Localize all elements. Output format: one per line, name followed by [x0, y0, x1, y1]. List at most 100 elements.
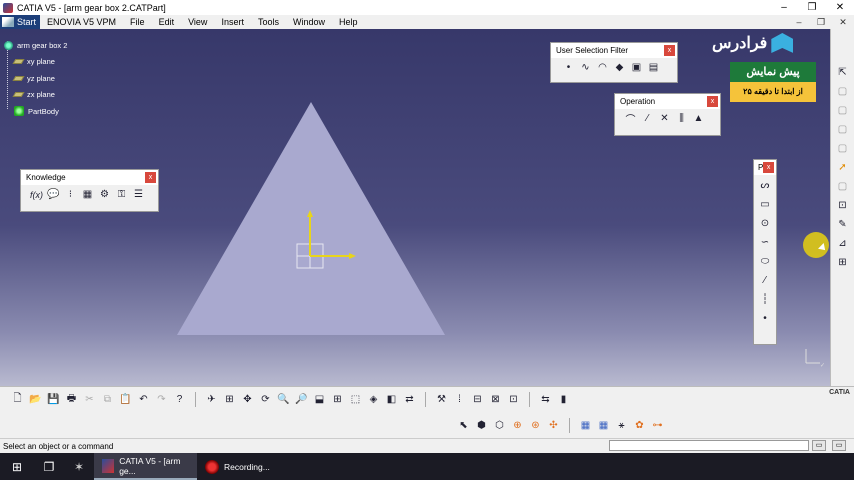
iso-view-icon[interactable]: ⬚	[348, 392, 363, 407]
dimensional-constraints-icon[interactable]: ✿	[632, 418, 647, 433]
swap-space-icon[interactable]: ⇄	[402, 392, 417, 407]
tree-root[interactable]: arm gear box 2	[4, 37, 67, 54]
exit-workbench-icon[interactable]: ⇱	[836, 65, 850, 79]
new-icon[interactable]: 🗋	[10, 392, 25, 407]
constraint-icon[interactable]: ⊡	[836, 198, 850, 212]
visualization-icon[interactable]: ⊠	[488, 392, 503, 407]
knowledge-inspector-icon[interactable]: ⚙	[97, 187, 112, 202]
sketch-solving-icon[interactable]: ⊟	[470, 392, 485, 407]
open-icon[interactable]: 📂	[28, 392, 43, 407]
minimize-button[interactable]: –	[770, 0, 798, 15]
zoom-in-icon[interactable]: 🔍	[276, 392, 291, 407]
mirror-icon[interactable]: ⫼	[674, 111, 689, 126]
taskbar-app-recording[interactable]: Recording...	[197, 453, 278, 480]
curve-filter-icon[interactable]: ∿	[578, 60, 593, 75]
menu-view[interactable]: View	[181, 17, 214, 27]
feature-filter-icon[interactable]: ▣	[629, 60, 644, 75]
profile-icon[interactable]: ᔕ	[758, 178, 773, 193]
menu-enovia[interactable]: ENOVIA V5 VPM	[40, 17, 123, 27]
fit-all-icon[interactable]: ⊞	[222, 392, 237, 407]
cut-part-icon[interactable]: ▢	[836, 103, 850, 117]
shading-icon[interactable]: ◈	[366, 392, 381, 407]
chamfer-icon[interactable]: ⁄	[640, 111, 655, 126]
doc-restore-button[interactable]: ❐	[810, 15, 832, 29]
constraints-list-icon[interactable]: ⁞	[452, 392, 467, 407]
formula-icon[interactable]: f(x)	[29, 187, 44, 202]
sketch-analysis-icon[interactable]: ▢	[836, 84, 850, 98]
select-arrow-icon[interactable]: ➚	[836, 160, 850, 174]
doc-minimize-button[interactable]: –	[788, 15, 810, 29]
command-input[interactable]	[609, 440, 809, 451]
project-3d-icon[interactable]: ▲	[691, 111, 706, 126]
close-button[interactable]: ✕	[826, 0, 854, 15]
snap-to-point-icon[interactable]: ⊛	[528, 418, 543, 433]
ellipse-icon[interactable]: ⬭	[758, 254, 773, 269]
sketch-edition-icon[interactable]: ⊡	[506, 392, 521, 407]
panel-header[interactable]: Knowledge x	[21, 170, 158, 185]
corner-icon[interactable]: ⌒	[623, 111, 638, 126]
pencil-icon[interactable]: ✎	[836, 217, 850, 231]
sketch-triangle[interactable]	[177, 102, 447, 337]
panel-header[interactable]: Operation x	[615, 94, 720, 109]
rotate-icon[interactable]: ⟳	[258, 392, 273, 407]
point-filter-icon[interactable]: •	[561, 60, 576, 75]
menu-help[interactable]: Help	[332, 17, 365, 27]
tree-item-xy-plane[interactable]: xy plane	[4, 54, 67, 71]
undo-icon[interactable]: ↶	[136, 392, 151, 407]
spline-icon[interactable]: ∽	[758, 235, 773, 250]
pinned-app-icon[interactable]: ✶	[64, 453, 94, 480]
auto-constraint-icon[interactable]: ⊶	[650, 418, 665, 433]
construction-element-icon[interactable]: ✣	[546, 418, 561, 433]
grid-icon[interactable]: ▢	[836, 122, 850, 136]
snap-icon[interactable]: ▢	[836, 141, 850, 155]
knowledge-advisor-icon[interactable]: ⚿	[114, 187, 129, 202]
doc-close-button[interactable]: ✕	[832, 15, 854, 29]
parameters-icon[interactable]: ☰	[131, 187, 146, 202]
grid-snap-icon[interactable]: ▦	[596, 418, 611, 433]
start-menu[interactable]: Start	[0, 15, 41, 29]
paste-icon[interactable]: 📋	[118, 392, 133, 407]
cube-view-icon[interactable]: ⬢	[474, 418, 489, 433]
normal-view-icon[interactable]: ⬓	[312, 392, 327, 407]
axis-icon[interactable]: ┆	[758, 292, 773, 307]
taskbar-app-catia[interactable]: CATIA V5 - [arm ge...	[94, 453, 197, 480]
volume-filter-icon[interactable]: ◆	[612, 60, 627, 75]
animate-constraint-icon[interactable]: ⊞	[836, 255, 850, 269]
print-icon[interactable]: 🖶	[64, 392, 79, 407]
geometric-constraints-icon[interactable]: ⚹	[614, 418, 629, 433]
menu-insert[interactable]: Insert	[214, 17, 251, 27]
select-mode-icon[interactable]: ⬉	[456, 418, 471, 433]
menu-file[interactable]: File	[123, 17, 152, 27]
copy-icon[interactable]: ⧉	[100, 392, 115, 407]
surface-filter-icon[interactable]: ◠	[595, 60, 610, 75]
panel-header[interactable]: User Selection Filter x	[551, 43, 677, 58]
cut-icon[interactable]: ✂	[82, 392, 97, 407]
grid-toggle-icon[interactable]: ▦	[578, 418, 593, 433]
fly-mode-icon[interactable]: ✈	[204, 392, 219, 407]
construction-icon[interactable]: ▢	[836, 179, 850, 193]
menu-window[interactable]: Window	[286, 17, 332, 27]
rectangle-icon[interactable]: ▭	[758, 197, 773, 212]
whats-this-icon[interactable]: ?	[172, 392, 187, 407]
close-panel-button[interactable]: x	[145, 172, 156, 183]
task-view-icon[interactable]: ❐	[34, 453, 64, 480]
geometry-filter-icon[interactable]: ▤	[646, 60, 661, 75]
hide-show-icon[interactable]: ◧	[384, 392, 399, 407]
tree-item-partbody[interactable]: PartBody	[4, 103, 67, 120]
law-icon[interactable]: ⁝	[63, 187, 78, 202]
line-icon[interactable]: ⁄	[758, 273, 773, 288]
close-panel-button[interactable]: x	[763, 162, 774, 173]
close-panel-button[interactable]: x	[664, 45, 675, 56]
dimension-icon[interactable]: ⊿	[836, 236, 850, 250]
sketch-grid-icon[interactable]: ⊕	[510, 418, 525, 433]
point-icon[interactable]: •	[758, 311, 773, 326]
tree-item-zx-plane[interactable]: zx plane	[4, 87, 67, 104]
zoom-out-icon[interactable]: 🔎	[294, 392, 309, 407]
panel-header[interactable]: P x	[754, 160, 776, 175]
sketch-tools-icon[interactable]: ⚒	[434, 392, 449, 407]
cube-edit-icon[interactable]: ⬡	[492, 418, 507, 433]
multi-view-icon[interactable]: ⊞	[330, 392, 345, 407]
windows-start-icon[interactable]: ⊞	[0, 453, 34, 480]
redo-icon[interactable]: ↷	[154, 392, 169, 407]
save-icon[interactable]: 💾	[46, 392, 61, 407]
